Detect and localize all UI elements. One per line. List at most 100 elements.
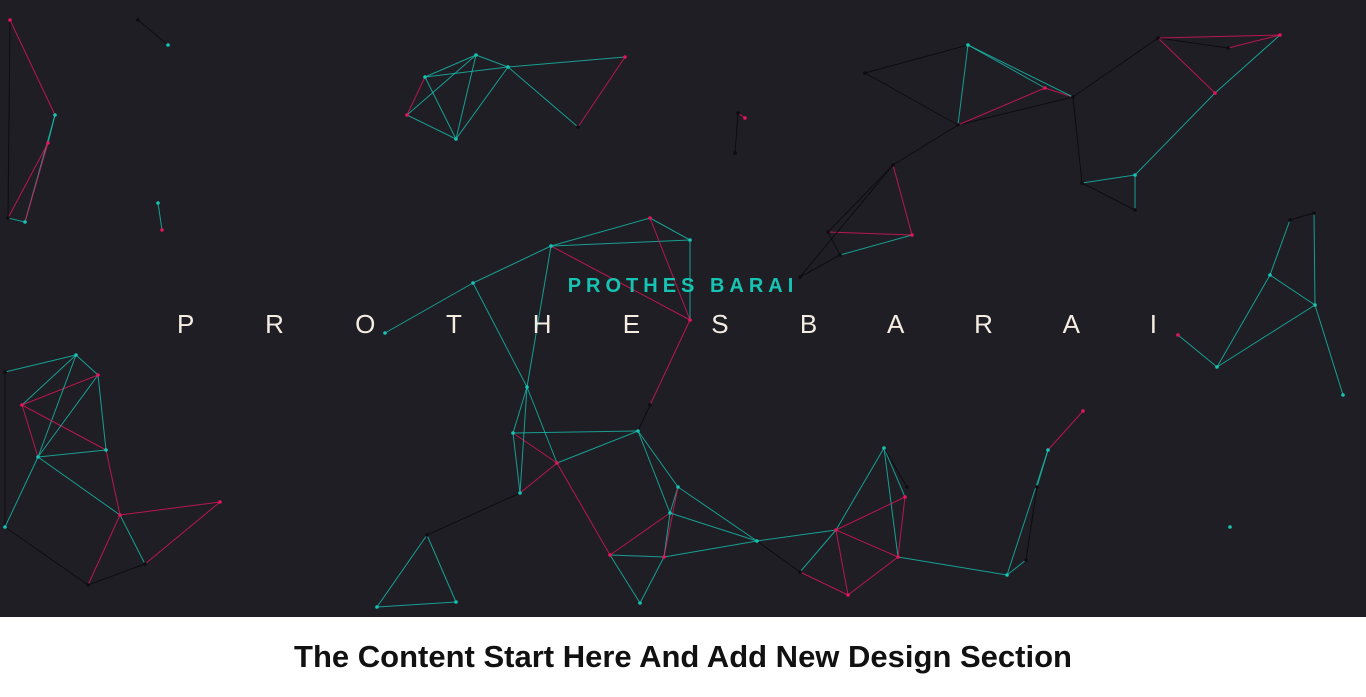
network-link [839, 234, 913, 256]
network-link [892, 124, 959, 166]
network-node [638, 601, 642, 605]
network-node [636, 429, 640, 433]
network-node [676, 485, 680, 489]
network-link [475, 54, 509, 68]
network-node [474, 53, 478, 57]
network-node [166, 43, 170, 47]
network-node [74, 353, 78, 357]
network-link [1081, 182, 1136, 211]
content-section: The Content Start Here And Add New Desig… [0, 617, 1366, 697]
network-link [847, 556, 899, 596]
network-link [4, 456, 39, 528]
network-link [864, 72, 959, 126]
network-node [3, 525, 7, 529]
network-node [905, 485, 909, 489]
network-link [406, 76, 426, 116]
network-node [46, 141, 50, 145]
network-node [511, 431, 515, 435]
network-node [1341, 393, 1345, 397]
hero-subtitle: PROTHES BARAI [567, 275, 799, 297]
network-link [897, 496, 906, 558]
network-link [1214, 34, 1281, 94]
network-link [157, 202, 163, 231]
network-link [1047, 410, 1084, 451]
network-node [23, 220, 27, 224]
network-link [864, 44, 969, 74]
network-node [834, 528, 838, 532]
network-link [799, 254, 841, 278]
network-link [1006, 449, 1049, 576]
network-link [799, 571, 849, 596]
network-link [1134, 92, 1216, 176]
network-link [663, 486, 679, 558]
network-link [577, 56, 626, 128]
network-node [160, 228, 164, 232]
network-node [1133, 208, 1137, 212]
network-node [53, 113, 57, 117]
network-link [137, 19, 169, 46]
network-link [455, 54, 477, 140]
network-node [8, 18, 12, 22]
network-link [4, 354, 77, 373]
network-node [423, 75, 427, 79]
network-link [24, 142, 49, 223]
network-node [1046, 448, 1050, 452]
network-link [21, 354, 77, 406]
network-node [1024, 558, 1028, 562]
network-node [1080, 181, 1084, 185]
network-node [86, 583, 90, 587]
network-node [966, 43, 970, 47]
network-node [1312, 211, 1316, 215]
network-node [688, 238, 692, 242]
network-link [144, 501, 221, 565]
network-link [512, 432, 521, 494]
network-node [733, 151, 737, 155]
network-node [648, 403, 652, 407]
network-node [1081, 409, 1085, 413]
network-link [1025, 486, 1038, 561]
network-link [957, 44, 969, 126]
network-link [7, 217, 26, 223]
network-link [639, 556, 665, 604]
network-link [376, 534, 428, 608]
network-link [75, 354, 99, 376]
network-link [799, 529, 837, 573]
network-node [1133, 173, 1137, 177]
network-node [36, 455, 40, 459]
network-link [669, 512, 758, 542]
network-node [1071, 95, 1075, 99]
network-link [556, 430, 639, 464]
network-node [956, 123, 960, 127]
network-node [1043, 86, 1047, 90]
network-link [1081, 174, 1136, 184]
network-node [555, 461, 559, 465]
network-link [1289, 212, 1315, 221]
network-node [1156, 36, 1160, 40]
network-node [623, 55, 627, 59]
network-link [21, 404, 107, 451]
network-node [910, 233, 914, 237]
network-link [799, 164, 894, 278]
network-node [668, 511, 672, 515]
network-node [1278, 33, 1282, 37]
network-link [507, 56, 626, 68]
network-link [835, 496, 906, 531]
network-node [143, 562, 147, 566]
network-link [637, 430, 671, 514]
network-node [375, 605, 379, 609]
network-link [406, 114, 457, 140]
network-node [1215, 365, 1219, 369]
network-node [576, 125, 580, 129]
network-node [846, 593, 850, 597]
network-node [1035, 485, 1039, 489]
network-node [156, 201, 160, 205]
network-link [1269, 219, 1291, 276]
network-link [37, 456, 121, 516]
network-link [827, 231, 913, 236]
network-link [4, 526, 89, 586]
network-node [118, 513, 122, 517]
network-link [519, 462, 558, 494]
network-link [663, 540, 758, 558]
network-node [506, 65, 510, 69]
network-link [406, 54, 477, 116]
